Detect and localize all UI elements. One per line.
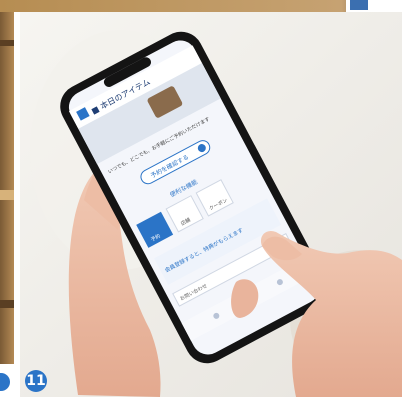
photo-gutter (14, 12, 20, 397)
left-adjacent-photo-strip (0, 12, 14, 364)
left-strip-shelf (0, 40, 14, 46)
photo-number-badge: 11 (25, 370, 47, 392)
photo-frame: ■ 本日のアイテム いつでも、どこでも、お手軽にご予約いただけます 予約を確認す… (0, 0, 402, 397)
left-strip-shelf-2 (0, 300, 14, 308)
left-strip-highlight (0, 190, 14, 200)
top-adjacent-photo-strip (0, 0, 402, 12)
top-right-blue-thumb (350, 0, 368, 10)
photo-scene: ■ 本日のアイテム いつでも、どこでも、お手軽にご予約いただけます 予約を確認す… (0, 0, 402, 397)
